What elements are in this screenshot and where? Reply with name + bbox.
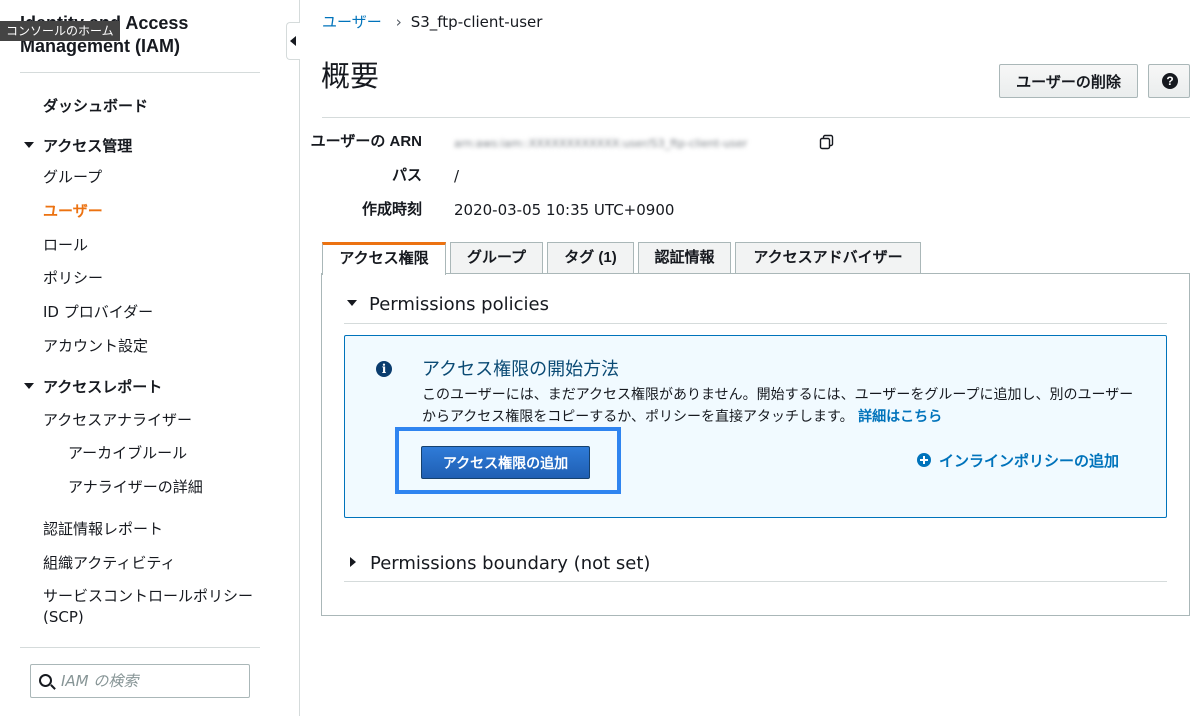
section-label: アクセスレポート [43,378,163,396]
inline-policy-label: インラインポリシーの追加 [939,453,1120,470]
section-label: アクセス管理 [43,137,133,155]
console-home-tooltip: コンソールのホーム [0,21,120,41]
sidebar-item-users[interactable]: ユーザー [43,201,103,221]
plus-circle-icon [917,453,931,468]
question-circle-icon: ? [1162,73,1178,89]
tab-tags[interactable]: タグ (1) [547,242,634,274]
search-input[interactable]: IAM の検索 [30,664,250,698]
path-label: パス [391,167,422,184]
sidebar-item-identity-providers[interactable]: ID プロバイダー [43,302,153,322]
permissions-boundary-toggle[interactable]: Permissions boundary (not set) [347,553,650,575]
sidebar-item-dashboard[interactable]: ダッシュボード [43,96,148,116]
divider [344,323,1167,324]
sidebar-item-groups[interactable]: グループ [43,167,102,187]
info-body: このユーザーには、まだアクセス権限がありません。開始するには、ユーザーをグループ… [422,387,1134,425]
sidebar-item-analyzer-details[interactable]: アナライザーの詳細 [68,477,203,497]
arn-value: arn:aws:iam::XXXXXXXXXXXX:user/S3_ftp-cl… [454,137,748,150]
divider [322,117,1190,118]
caret-down-icon [24,141,34,148]
permissions-policies-toggle[interactable]: Permissions policies [347,294,549,316]
sidebar-section-access-reports[interactable]: アクセスレポート [24,377,162,397]
divider [344,581,1167,582]
delete-user-button[interactable]: ユーザーの削除 [999,64,1138,98]
tab-access-advisor[interactable]: アクセスアドバイザー [735,242,921,274]
path-value: / [454,167,460,185]
created-label: 作成時刻 [361,201,422,218]
sidebar-item-account-settings[interactable]: アカウント設定 [43,336,148,356]
help-button[interactable]: ? [1148,64,1190,98]
tab-permissions[interactable]: アクセス権限 [322,242,446,275]
divider [20,72,260,73]
sidebar-item-credential-report[interactable]: 認証情報レポート [43,519,163,539]
sidebar-section-access-management[interactable]: アクセス管理 [24,136,132,156]
sidebar-item-policies[interactable]: ポリシー [43,268,103,288]
sidebar-item-scp[interactable]: サービスコントロールポリシー (SCP) [43,586,273,628]
sidebar-item-organization-activity[interactable]: 組織アクティビティ [43,553,175,573]
section-heading: Permissions boundary (not set) [370,553,651,574]
chevron-right-icon: › [395,13,402,31]
search-placeholder: IAM の検索 [61,672,139,690]
caret-right-icon [350,557,356,567]
sidebar-item-roles[interactable]: ロール [43,235,88,255]
sidebar-item-archive-rules[interactable]: アーカイブルール [68,443,187,463]
created-value: 2020-03-05 10:35 UTC+0900 [454,201,675,219]
breadcrumb-current: S3_ftp-client-user [410,13,543,31]
collapse-sidebar-button[interactable] [286,22,300,60]
tab-groups[interactable]: グループ [450,242,543,274]
info-title: アクセス権限の開始方法 [422,359,620,380]
learn-more-link[interactable]: 詳細はこちら [858,409,942,425]
tab-security-credentials[interactable]: 認証情報 [638,242,731,274]
breadcrumb-users-link[interactable]: ユーザー [322,13,382,31]
copy-icon[interactable] [818,133,836,151]
info-icon: i [376,361,392,377]
search-icon [39,674,52,687]
add-inline-policy-link[interactable]: インラインポリシーの追加 [917,452,1119,472]
section-heading: Permissions policies [369,294,549,315]
arn-label: ユーザーの ARN [310,133,422,150]
info-text: このユーザーには、まだアクセス権限がありません。開始するには、ユーザーをグループ… [422,384,1142,428]
caret-down-icon [24,382,34,389]
divider [20,647,260,648]
sidebar-item-access-analyzer[interactable]: アクセスアナライザー [43,410,192,430]
breadcrumb: ユーザー › S3_ftp-client-user [322,12,542,32]
add-permissions-button[interactable]: アクセス権限の追加 [421,446,590,479]
page-title: 概要 [321,59,380,93]
sidebar: Identity and Access Management (IAM) コンソ… [0,0,300,716]
caret-down-icon [347,300,357,306]
